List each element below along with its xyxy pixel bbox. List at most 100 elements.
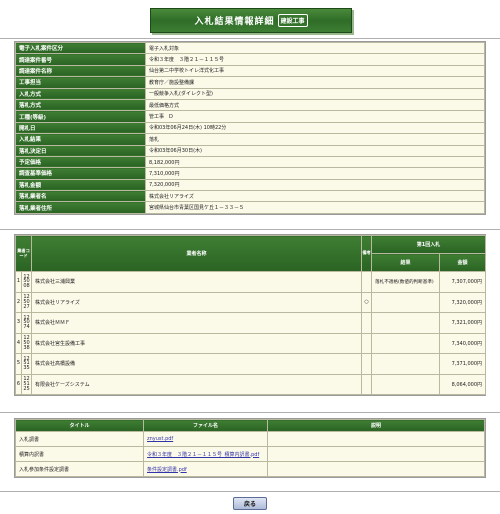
- info-row: 工事担当 教育庁／施設整備課: [15, 76, 485, 89]
- info-row: 調査基準価格 7,310,000円: [15, 167, 485, 180]
- info-value: 令和03年06月30日(木): [145, 144, 485, 157]
- info-label: 落札金額: [15, 178, 146, 192]
- file-link[interactable]: znyust.pdf: [147, 436, 173, 442]
- file-link[interactable]: 令和３年度 ３階２１－１１５号_積算内訳書.pdf: [147, 452, 259, 458]
- info-value: 一般競争入札(ダイレクト型): [145, 87, 485, 100]
- bid-amount: 7,320,000円: [439, 291, 487, 313]
- table-row: 3 12 50 74 株式会社ＭＭＦ 7,321,000円: [15, 312, 487, 334]
- file-cell: znyust.pdf: [143, 431, 268, 447]
- info-row: 工種(等級) 管工事 D: [15, 110, 485, 123]
- info-value: 7,320,000円: [145, 178, 485, 192]
- bid-result: [371, 291, 441, 313]
- bidder-note: [361, 373, 373, 395]
- file-row: 入札調書 znyust.pdf: [15, 431, 485, 447]
- bidder-code: 12 50 74: [20, 312, 33, 334]
- info-row: 予定価格 8,182,000円: [15, 155, 485, 169]
- info-row: 入札結果 落札: [15, 133, 485, 146]
- bid-result: 落札不適格(数値的判断基準): [371, 271, 441, 293]
- bid-amount: 7,307,000円: [439, 271, 487, 293]
- page-title-banner: 入札結果情報詳細 建設工事: [150, 8, 352, 33]
- file-title: 積算内訳書: [15, 446, 144, 462]
- info-value: 7,310,000円: [145, 167, 485, 180]
- info-row: 電子入札案件区分 電子入札対象: [15, 41, 485, 55]
- info-label: 工種(等級): [15, 110, 146, 123]
- info-row: 調達案件名称 仙台第二中学校トイレ洋式化工事: [15, 64, 485, 78]
- info-label: 調達案件番号: [15, 53, 146, 66]
- bidder-note: [361, 353, 373, 375]
- file-row: 入札参加条件設定調書 条件設定調書.pdf: [15, 461, 485, 477]
- bidder-code: 12 50 38: [20, 332, 33, 354]
- bidder-code: 12 50 27: [20, 291, 33, 313]
- info-value: 株式会社リアライズ: [145, 190, 485, 203]
- info-value: 電子入札対象: [145, 41, 485, 55]
- bids-table: 業者コード 業者名称 備考 第1回入札 結果 金額 1 12 50 08 株式会社三浦興…: [14, 235, 487, 395]
- bidder-note: ○: [361, 291, 373, 313]
- info-row: 落札決定日 令和03年06月30日(木): [15, 144, 485, 157]
- file-row: 積算内訳書 令和３年度 ３階２１－１１５号_積算内訳書.pdf: [15, 446, 485, 462]
- info-label: 開札日: [15, 121, 146, 135]
- bidder-code: 12 50 08: [20, 271, 33, 293]
- divider: [0, 412, 500, 413]
- info-label: 調査基準価格: [15, 167, 146, 180]
- info-table: 電子入札案件区分 電子入札対象 調達案件番号 令和３年度 ３階２１－１１５号 調達案件名…: [15, 41, 485, 214]
- col-header-result: 結果: [371, 253, 441, 272]
- page-title: 入札結果情報詳細: [194, 17, 275, 27]
- bidder-name: 株式会社高橋設備: [31, 353, 363, 375]
- file-cell: 令和３年度 ３階２１－１１５号_積算内訳書.pdf: [143, 446, 268, 462]
- info-panel: 電子入札案件区分 電子入札対象 調達案件番号 令和３年度 ３階２１－１１５号 調達案件名…: [14, 41, 486, 215]
- col-header-note: 備考: [361, 235, 373, 272]
- bidder-code-part: 08: [23, 283, 30, 290]
- info-row: 開札日 令和03年06月24日(木) 10時22分: [15, 121, 485, 135]
- info-label: 入札結果: [15, 133, 146, 146]
- info-label: 落札決定日: [15, 144, 146, 157]
- bid-amount: 7,321,000円: [439, 312, 487, 334]
- info-value: 仙台第二中学校トイレ洋式化工事: [145, 64, 485, 78]
- info-label: 予定価格: [15, 155, 146, 169]
- divider: [0, 229, 500, 230]
- bidder-name: 株式会社ＭＭＦ: [31, 312, 363, 334]
- table-row: 6 12 51 25 有限会社ケーズシステム 8,064,000円: [15, 373, 487, 395]
- file-desc: [267, 446, 485, 462]
- bidder-code: 12 51 25: [20, 373, 33, 395]
- info-value: 教育庁／施設整備課: [145, 76, 485, 89]
- bidder-name: 株式会社宮生設備工事: [31, 332, 363, 354]
- files-header-desc: 説明: [267, 419, 485, 432]
- bid-amount: 7,340,000円: [439, 332, 487, 354]
- bid-amount: 8,064,000円: [439, 373, 487, 395]
- bidder-name: 株式会社三浦興業: [31, 271, 363, 293]
- divider: [0, 38, 500, 39]
- file-title: 入札参加条件設定調書: [15, 461, 144, 477]
- file-link[interactable]: 条件設定調書.pdf: [147, 467, 187, 473]
- table-row: 1 12 50 08 株式会社三浦興業 落札不適格(数値的判断基準) 7,307,000円: [15, 271, 487, 293]
- back-button[interactable]: 戻る: [233, 497, 267, 510]
- info-value: 令和３年度 ３階２１－１１５号: [145, 53, 485, 66]
- info-row: 落札業者名 株式会社リアライズ: [15, 190, 485, 203]
- info-value: 令和03年06月24日(木) 10時22分: [145, 121, 485, 135]
- file-cell: 条件設定調書.pdf: [143, 461, 268, 477]
- bidder-code-part: 35: [23, 365, 30, 372]
- info-value: 宮城県仙台市青葉区国見ケ丘１－３３－５: [145, 201, 485, 214]
- col-header-round1: 第1回入札: [371, 235, 487, 254]
- info-label: 工事担当: [15, 76, 146, 89]
- bid-result: [371, 353, 441, 375]
- divider: [0, 491, 500, 492]
- info-label: 落札業者名: [15, 190, 146, 203]
- info-value: 落札: [145, 133, 485, 146]
- info-label: 落札業者住所: [15, 201, 146, 214]
- info-label: 電子入札案件区分: [15, 41, 146, 55]
- bidder-note: [361, 271, 373, 293]
- bid-amount: 7,371,000円: [439, 353, 487, 375]
- bidder-name: 有限会社ケーズシステム: [31, 373, 363, 395]
- files-table: タイトル ファイル名 説明 入札調書 znyust.pdf 積算内訳書 令和３年度 ３…: [15, 419, 485, 477]
- files-header-title: タイトル: [15, 419, 144, 432]
- info-label: 調達案件名称: [15, 64, 146, 78]
- bidder-code-part: 27: [23, 303, 30, 310]
- bid-result: [371, 332, 441, 354]
- info-label: 入札方式: [15, 87, 146, 100]
- category-tag: 建設工事: [277, 14, 308, 27]
- bidder-code-part: 38: [23, 344, 30, 351]
- file-title: 入札調書: [15, 431, 144, 447]
- info-row: 落札金額 7,320,000円: [15, 178, 485, 192]
- table-row: 5 12 51 35 株式会社高橋設備 7,371,000円: [15, 353, 487, 375]
- files-panel: タイトル ファイル名 説明 入札調書 znyust.pdf 積算内訳書 令和３年度 ３…: [14, 418, 486, 478]
